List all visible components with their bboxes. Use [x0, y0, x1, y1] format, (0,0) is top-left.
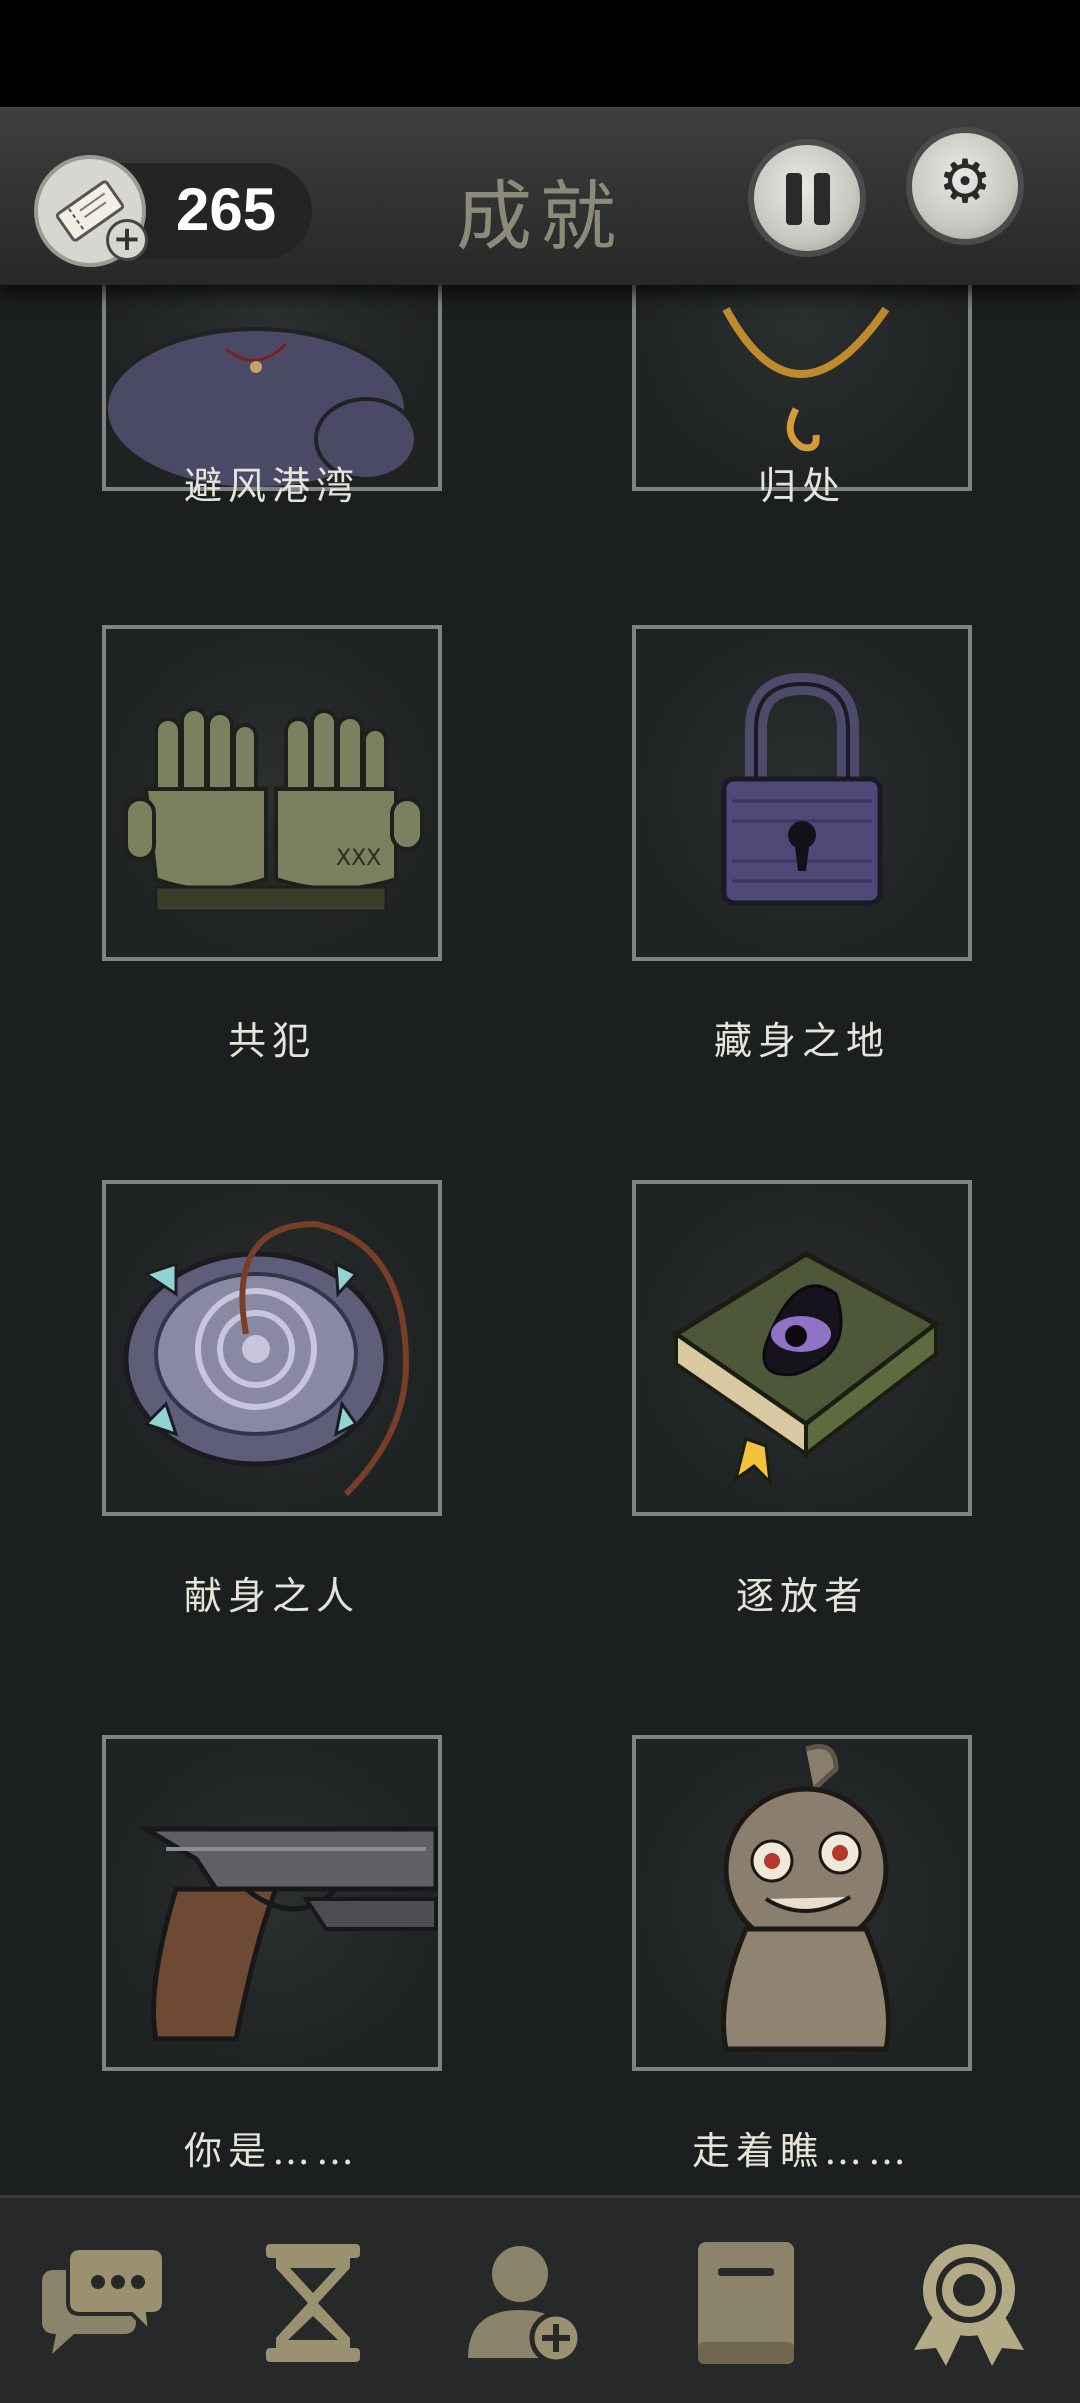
achievement-label: 走着瞧…… — [691, 2129, 912, 2173]
achievement-card-gloves[interactable]: XXX — [102, 625, 442, 961]
nav-add-contact[interactable] — [462, 2238, 592, 2368]
pause-button[interactable] — [748, 139, 866, 257]
achievement-label: 藏身之地 — [713, 1019, 890, 1063]
achievement-card-amulet[interactable] — [102, 1180, 442, 1516]
nav-time[interactable] — [248, 2238, 378, 2368]
gloves-icon: XXX — [124, 707, 424, 913]
pistol-icon — [136, 1826, 438, 2042]
book-icon — [698, 2242, 794, 2364]
amulet-icon — [123, 1220, 410, 1497]
bottom-nav — [0, 2195, 1080, 2403]
add-user-icon — [468, 2246, 583, 2365]
padlock-icon — [721, 672, 883, 906]
achievement-label: 共犯 — [227, 1019, 316, 1063]
gear-icon: ⚙ — [938, 147, 992, 217]
medal-icon — [914, 2244, 1024, 2366]
achievement-label: 你是…… — [183, 2129, 360, 2173]
achievement-label: 避风港湾 — [183, 464, 360, 508]
eye-book-icon — [671, 1251, 941, 1487]
doll-icon — [721, 1744, 891, 2052]
chat-icon — [42, 2246, 166, 2354]
nav-achievements[interactable] — [904, 2238, 1034, 2368]
achievement-card-padlock[interactable] — [632, 625, 972, 961]
hourglass-icon — [266, 2244, 360, 2362]
nav-chat[interactable] — [38, 2238, 168, 2368]
achievements-grid: 避风港湾 归处 XXX 共犯 藏身之地 献身之人 逐放者 你是…… 走着瞧…… — [0, 285, 1080, 2195]
nav-journal[interactable] — [680, 2238, 810, 2368]
achievement-label: 逐放者 — [735, 1574, 868, 1618]
settings-button[interactable]: ⚙ — [906, 127, 1024, 245]
achievement-card-pistol[interactable] — [102, 1735, 442, 2071]
svg-text:XXX: XXX — [336, 846, 381, 871]
achievement-card-eye-book[interactable] — [632, 1180, 972, 1516]
achievement-label: 归处 — [757, 464, 846, 508]
achievement-card-doll[interactable] — [632, 1735, 972, 2071]
achievement-label: 献身之人 — [183, 1574, 360, 1618]
top-bar: + 265 成就 ⚙ — [0, 107, 1080, 285]
status-bar — [0, 0, 1080, 107]
pause-icon — [786, 173, 830, 225]
